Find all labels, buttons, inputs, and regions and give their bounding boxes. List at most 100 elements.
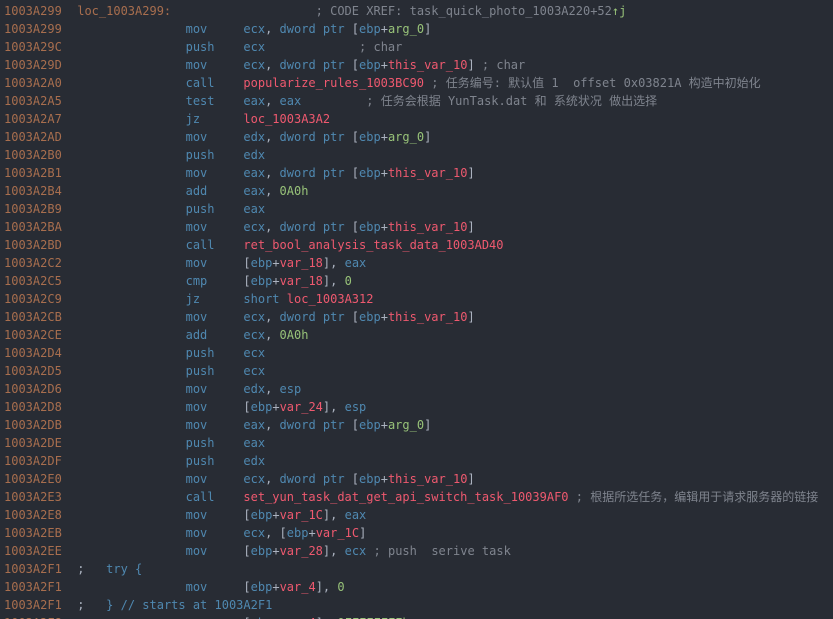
disasm-line: 1003A2F8 mov [ebp+var_4], 0FFFFFFFFh xyxy=(4,614,833,619)
address: 1003A2F8 xyxy=(4,614,70,619)
address: 1003A2E8 xyxy=(4,506,70,524)
asm-text: test eax, eax ; 任务会根据 YunTask.dat 和 系统状况… xyxy=(70,92,833,110)
asm-text: push eax xyxy=(70,434,833,452)
disasm-line: 1003A2AD mov edx, dword ptr [ebp+arg_0] xyxy=(4,128,833,146)
asm-text: mov eax, dword ptr [ebp+arg_0] xyxy=(70,416,833,434)
disasm-line: 1003A2D8 mov [ebp+var_24], esp xyxy=(4,398,833,416)
disasm-line: 1003A2E8 mov [ebp+var_1C], eax xyxy=(4,506,833,524)
address: 1003A2D8 xyxy=(4,398,70,416)
address: 1003A2EE xyxy=(4,542,70,560)
disasm-line: 1003A2E0 mov ecx, dword ptr [ebp+this_va… xyxy=(4,470,833,488)
asm-text: push ecx ; char xyxy=(70,38,833,56)
disasm-line: 1003A2A7 jz loc_1003A3A2 xyxy=(4,110,833,128)
address: 1003A2C9 xyxy=(4,290,70,308)
address: 1003A2E0 xyxy=(4,470,70,488)
disasm-line: 1003A2D4 push ecx xyxy=(4,344,833,362)
disasm-line: 1003A2BA mov ecx, dword ptr [ebp+this_va… xyxy=(4,218,833,236)
disasm-line: 1003A2CE add ecx, 0A0h xyxy=(4,326,833,344)
asm-text: mov ecx, dword ptr [ebp+this_var_10] xyxy=(70,308,833,326)
address: 1003A2C5 xyxy=(4,272,70,290)
disasm-line: 1003A2F1 ; } // starts at 1003A2F1 xyxy=(4,596,833,614)
disasm-line: 1003A29D mov ecx, dword ptr [ebp+this_va… xyxy=(4,56,833,74)
asm-text: call ret_bool_analysis_task_data_1003AD4… xyxy=(70,236,833,254)
asm-text: mov ecx, dword ptr [ebp+this_var_10] xyxy=(70,218,833,236)
address: 1003A2D4 xyxy=(4,344,70,362)
address: 1003A2B4 xyxy=(4,182,70,200)
asm-text: ; try { xyxy=(70,560,833,578)
asm-text: push edx xyxy=(70,146,833,164)
disasm-line: 1003A2EE mov [ebp+var_28], ecx ; push se… xyxy=(4,542,833,560)
asm-text: mov [ebp+var_1C], eax xyxy=(70,506,833,524)
asm-text: mov eax, dword ptr [ebp+this_var_10] xyxy=(70,164,833,182)
address: 1003A2CB xyxy=(4,308,70,326)
address: 1003A2DB xyxy=(4,416,70,434)
asm-text: mov ecx, dword ptr [ebp+this_var_10] ; c… xyxy=(70,56,833,74)
disasm-line: 1003A2CB mov ecx, dword ptr [ebp+this_va… xyxy=(4,308,833,326)
asm-text: mov [ebp+var_4], 0 xyxy=(70,578,833,596)
disassembly-listing: 1003A299 loc_1003A299: ; CODE XREF: task… xyxy=(0,0,833,619)
asm-text: push ecx xyxy=(70,344,833,362)
address: 1003A2BD xyxy=(4,236,70,254)
disasm-line: 1003A2D6 mov edx, esp xyxy=(4,380,833,398)
disasm-line: 1003A2C9 jz short loc_1003A312 xyxy=(4,290,833,308)
address: 1003A2E3 xyxy=(4,488,70,506)
asm-text: add eax, 0A0h xyxy=(70,182,833,200)
asm-text: push eax xyxy=(70,200,833,218)
disasm-line: 1003A2BD call ret_bool_analysis_task_dat… xyxy=(4,236,833,254)
disasm-line: 1003A2EB mov ecx, [ebp+var_1C] xyxy=(4,524,833,542)
address: 1003A2BA xyxy=(4,218,70,236)
asm-text: mov [ebp+var_4], 0FFFFFFFFh xyxy=(70,614,833,619)
address: 1003A29C xyxy=(4,38,70,56)
address: 1003A2F1 xyxy=(4,578,70,596)
address: 1003A2D6 xyxy=(4,380,70,398)
asm-text: mov edx, dword ptr [ebp+arg_0] xyxy=(70,128,833,146)
asm-text: loc_1003A299: ; CODE XREF: task_quick_ph… xyxy=(70,2,833,20)
disasm-line: 1003A2C5 cmp [ebp+var_18], 0 xyxy=(4,272,833,290)
address: 1003A2A7 xyxy=(4,110,70,128)
disasm-line: 1003A299 mov ecx, dword ptr [ebp+arg_0] xyxy=(4,20,833,38)
asm-text: ; } // starts at 1003A2F1 xyxy=(70,596,833,614)
disasm-line: 1003A2F1 mov [ebp+var_4], 0 xyxy=(4,578,833,596)
disasm-line: 1003A2B9 push eax xyxy=(4,200,833,218)
disasm-line: 1003A2DF push edx xyxy=(4,452,833,470)
disasm-line: 1003A299 loc_1003A299: ; CODE XREF: task… xyxy=(4,2,833,20)
address: 1003A2A5 xyxy=(4,92,70,110)
asm-text: mov [ebp+var_18], eax xyxy=(70,254,833,272)
asm-text: add ecx, 0A0h xyxy=(70,326,833,344)
asm-text: jz loc_1003A3A2 xyxy=(70,110,833,128)
disasm-line: 1003A2DE push eax xyxy=(4,434,833,452)
disasm-line: 1003A2A5 test eax, eax ; 任务会根据 YunTask.d… xyxy=(4,92,833,110)
disasm-line: 1003A2E3 call set_yun_task_dat_get_api_s… xyxy=(4,488,833,506)
address: 1003A2F1 xyxy=(4,596,70,614)
address: 1003A2A0 xyxy=(4,74,70,92)
address: 1003A299 xyxy=(4,2,70,20)
address: 1003A2EB xyxy=(4,524,70,542)
disasm-line: 1003A2A0 call popularize_rules_1003BC90 … xyxy=(4,74,833,92)
disasm-line: 1003A29C push ecx ; char xyxy=(4,38,833,56)
address: 1003A2C2 xyxy=(4,254,70,272)
address: 1003A2D5 xyxy=(4,362,70,380)
address: 1003A2CE xyxy=(4,326,70,344)
disasm-line: 1003A2B0 push edx xyxy=(4,146,833,164)
address: 1003A2F1 xyxy=(4,560,70,578)
asm-text: mov ecx, dword ptr [ebp+this_var_10] xyxy=(70,470,833,488)
address: 1003A2B1 xyxy=(4,164,70,182)
asm-text: cmp [ebp+var_18], 0 xyxy=(70,272,833,290)
asm-text: mov [ebp+var_24], esp xyxy=(70,398,833,416)
disasm-line: 1003A2DB mov eax, dword ptr [ebp+arg_0] xyxy=(4,416,833,434)
address: 1003A2AD xyxy=(4,128,70,146)
asm-text: push edx xyxy=(70,452,833,470)
asm-text: mov ecx, dword ptr [ebp+arg_0] xyxy=(70,20,833,38)
address: 1003A2B9 xyxy=(4,200,70,218)
address: 1003A2B0 xyxy=(4,146,70,164)
address: 1003A299 xyxy=(4,20,70,38)
disasm-line: 1003A2B4 add eax, 0A0h xyxy=(4,182,833,200)
asm-text: jz short loc_1003A312 xyxy=(70,290,833,308)
asm-text: mov edx, esp xyxy=(70,380,833,398)
asm-text: call popularize_rules_1003BC90 ; 任务编号: 默… xyxy=(70,74,833,92)
disasm-line: 1003A2C2 mov [ebp+var_18], eax xyxy=(4,254,833,272)
disasm-line: 1003A2F1 ; try { xyxy=(4,560,833,578)
asm-text: mov [ebp+var_28], ecx ; push serive task xyxy=(70,542,833,560)
asm-text: push ecx xyxy=(70,362,833,380)
disasm-line: 1003A2D5 push ecx xyxy=(4,362,833,380)
